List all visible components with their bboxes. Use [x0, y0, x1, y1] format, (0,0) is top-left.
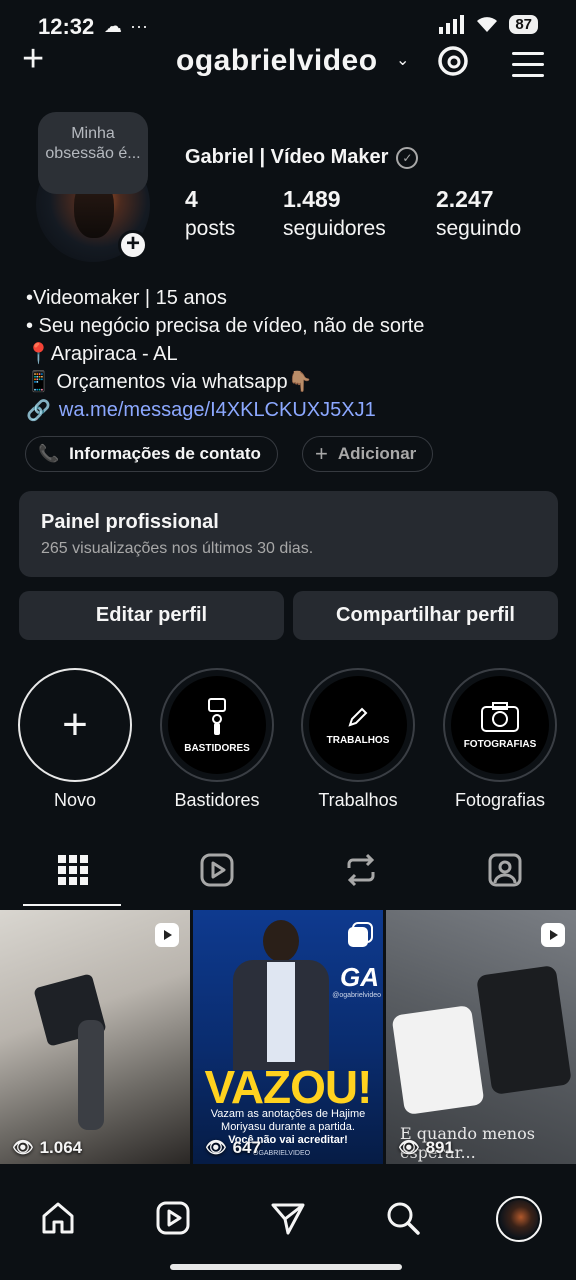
professional-dashboard[interactable]: Painel profissional 265 visualizações no… [19, 491, 558, 577]
stat-following[interactable]: 2.247 seguindo [436, 186, 521, 241]
create-icon[interactable]: + [22, 38, 44, 81]
menu-icon[interactable] [512, 52, 544, 85]
reel-badge-icon [155, 923, 179, 947]
username-switcher[interactable]: ogabrielvideo [176, 44, 378, 78]
post-views: 👁 891 [398, 1138, 454, 1157]
plus-icon: + [315, 441, 328, 466]
display-name: Gabriel | Vídeo Maker [185, 146, 389, 168]
post-caption: Vazam as anotações de Hajime Moriyasu du… [210, 1108, 366, 1133]
highlight-cover-text: FOTOGRAFIAS [463, 738, 537, 750]
bio-line: • Seu negócio precisa de vídeo, não de s… [26, 315, 425, 337]
stat-posts-label: posts [185, 217, 236, 240]
stat-followers-value: 1.489 [283, 186, 341, 212]
tab-reposts-icon[interactable] [343, 852, 379, 888]
highlight-label: Trabalhos [318, 790, 398, 810]
post-tile[interactable]: 👁 1.064 [0, 910, 190, 1164]
carousel-badge-icon [348, 922, 373, 947]
eye-icon: 👁 [12, 1138, 34, 1157]
verified-icon[interactable]: ✓ [396, 146, 419, 169]
stat-posts-value: 4 [185, 186, 198, 212]
pencil-icon [348, 707, 368, 727]
reels-icon[interactable] [155, 1200, 191, 1236]
reel-badge-icon [541, 923, 565, 947]
post-tile[interactable]: GA @ogabrielvideo VAZOU! Vazam as anotaç… [193, 910, 383, 1164]
display-name-row: Gabriel | Vídeo Maker ✓ [185, 146, 419, 169]
highlight-bastidores[interactable]: BASTIDORES Bastidores [160, 668, 274, 811]
post-tile[interactable]: E quando menos esperar... 👁 891 [386, 910, 576, 1164]
more-notifications-icon: ··· [130, 16, 148, 36]
camera-icon [481, 701, 519, 732]
phone-icon: 📞 [38, 444, 60, 463]
cloud-icon: ☁ [104, 16, 122, 36]
add-label: Adicionar [337, 444, 417, 463]
post-views: 👁 1.064 [12, 1138, 83, 1157]
add-story-icon[interactable]: + [118, 230, 148, 260]
tab-tagged-icon[interactable] [487, 852, 523, 888]
profile-tabs [0, 846, 576, 908]
bottom-navigation [0, 1182, 576, 1280]
stat-followers-label: seguidores [283, 217, 386, 240]
bio-link[interactable]: 🔗 wa.me/message/I4XKLCKUXJ5XJ1 [26, 398, 376, 423]
status-left-icons: ☁ ··· [104, 16, 148, 37]
eye-icon: 👁 [205, 1138, 227, 1157]
eye-icon: 👁 [398, 1138, 420, 1157]
threads-icon[interactable] [436, 44, 470, 78]
link-icon: 🔗 [26, 400, 51, 422]
add-button[interactable]: + Adicionar [302, 436, 434, 472]
highlight-label: Bastidores [174, 790, 260, 810]
stat-followers[interactable]: 1.489 seguidores [283, 186, 386, 241]
gimbal-icon [208, 697, 226, 735]
bio-link-text: wa.me/message/I4XKLCKUXJ5XJ1 [58, 399, 376, 421]
contact-info-label: Informações de contato [69, 444, 261, 463]
bio-line: 📍Arapiraca - AL [26, 343, 178, 365]
battery-indicator: 87 [509, 14, 538, 34]
bio-line: •Videomaker | 15 anos [26, 287, 227, 309]
highlight-cover-text: BASTIDORES [184, 742, 250, 754]
share-profile-button[interactable]: Compartilhar perfil [293, 591, 558, 640]
stat-following-label: seguindo [436, 217, 522, 240]
panel-subtitle: 265 visualizações nos últimos 30 dias. [41, 540, 314, 557]
stat-following-value: 2.247 [436, 186, 494, 212]
post-views: 👁 647 [205, 1138, 261, 1157]
panel-title: Painel profissional [41, 511, 219, 533]
post-brand: GA [340, 962, 379, 992]
highlight-new[interactable]: + Novo [18, 668, 132, 811]
bio-line: 📱 Orçamentos via whatsapp👇🏽 [26, 371, 313, 393]
post-brand-handle: @ogabrielvideo [332, 992, 381, 999]
highlight-cover-text: TRABALHOS [326, 734, 390, 746]
home-indicator[interactable] [170, 1264, 402, 1270]
send-icon[interactable] [270, 1200, 306, 1236]
tab-grid-icon[interactable] [55, 852, 91, 888]
tab-reels-icon[interactable] [199, 852, 235, 888]
highlight-label: Novo [53, 790, 97, 810]
post-headline: VAZOU! [204, 1061, 373, 1113]
profile-note[interactable]: Minha obsessão é... [38, 112, 148, 194]
search-icon[interactable] [385, 1200, 421, 1236]
active-tab-indicator [23, 904, 121, 906]
wifi-icon [477, 17, 498, 32]
chevron-down-icon[interactable]: ⌄ [396, 50, 409, 70]
status-right: 87 [439, 14, 538, 34]
profile-header: + ogabrielvideo ⌄ [0, 38, 576, 88]
highlight-trabalhos[interactable]: TRABALHOS Trabalhos [301, 668, 415, 811]
edit-profile-button[interactable]: Editar perfil [19, 591, 284, 640]
bio: •Videomaker | 15 anos • Seu negócio prec… [26, 284, 556, 396]
status-time: 12:32 [38, 14, 95, 39]
highlight-fotografias[interactable]: FOTOGRAFIAS Fotografias [443, 668, 557, 811]
home-icon[interactable] [40, 1200, 76, 1236]
signal-icon [439, 15, 465, 34]
highlight-label: Fotografias [454, 790, 546, 810]
plus-icon: + [18, 668, 132, 782]
contact-info-button[interactable]: 📞 Informações de contato [25, 436, 278, 472]
post-footer: OGABRIELVIDEO [253, 1150, 311, 1157]
profile-nav-avatar[interactable] [496, 1196, 542, 1242]
stat-posts[interactable]: 4 posts [185, 186, 235, 241]
